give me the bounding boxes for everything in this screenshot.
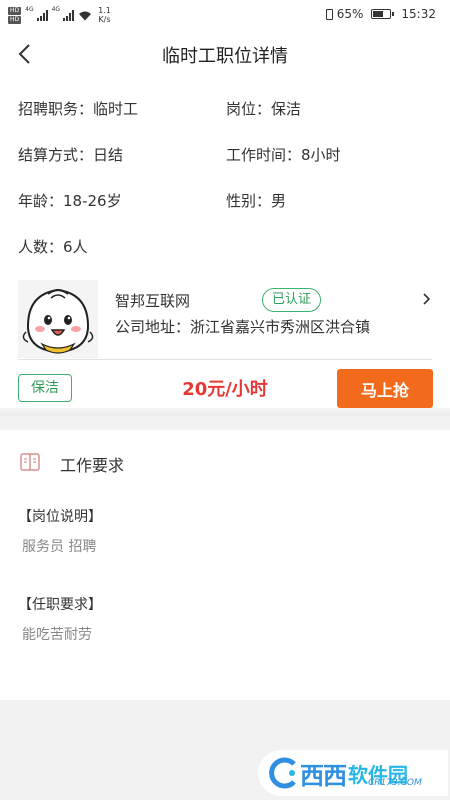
verified-badge: 已认证 bbox=[262, 288, 322, 312]
job-settlement: 结算方式：日结 bbox=[18, 146, 124, 164]
watermark-logo-icon bbox=[269, 757, 296, 789]
network-speed-unit: K/s bbox=[98, 15, 111, 24]
watermark-text: 西西 bbox=[300, 761, 347, 790]
company-logo bbox=[18, 280, 98, 358]
network-type-label: 4G bbox=[51, 6, 61, 13]
status-bar: HD HD 4G 4G 1.1 K/s 65% 15:32 bbox=[0, 0, 450, 30]
requirements-title: 工作要求 bbox=[60, 456, 125, 475]
job-gender: 性别：男 bbox=[226, 192, 287, 210]
wifi-icon bbox=[79, 11, 92, 20]
qualification-text: 能吃苦耐劳 bbox=[22, 627, 92, 643]
battery-fill bbox=[373, 11, 384, 17]
clock: 15:32 bbox=[401, 7, 436, 21]
section-divider bbox=[0, 408, 450, 416]
vibrate-icon bbox=[325, 8, 333, 20]
status-left: HD HD 4G 4G 1.1 K/s bbox=[8, 6, 111, 24]
page-title: 临时工职位详情 bbox=[162, 46, 288, 67]
bun-mascot-icon bbox=[22, 288, 94, 354]
network-speed: 1.1 K/s bbox=[98, 6, 111, 24]
header: 临时工职位详情 bbox=[0, 30, 450, 78]
chevron-right-icon bbox=[423, 293, 431, 305]
battery-percent: 65% bbox=[336, 7, 364, 21]
signal-icon bbox=[63, 9, 75, 21]
job-age: 年龄：18-26岁 bbox=[18, 192, 122, 210]
job-post: 岗位：保洁 bbox=[226, 100, 302, 118]
hd-badge: HD bbox=[8, 15, 22, 24]
job-headcount: 人数：6人 bbox=[18, 238, 88, 256]
status-right: 65% 15:32 bbox=[325, 7, 436, 21]
description-text: 服务员 招聘 bbox=[22, 539, 97, 555]
site-watermark: 西西 软件园 CR173.COM bbox=[258, 750, 448, 796]
apply-button[interactable]: 马上抢 bbox=[337, 369, 433, 408]
company-name: 智邦互联网 bbox=[115, 292, 191, 310]
battery-icon bbox=[371, 9, 395, 19]
company-card[interactable]: 智邦互联网 已认证 公司地址：浙江省嘉兴市秀洲区洪合镇 bbox=[18, 278, 432, 360]
requirements-section: 工作要求 【岗位说明】 服务员 招聘 【任职要求】 能吃苦耐劳 bbox=[0, 430, 450, 700]
watermark-domain: CR173.COM bbox=[368, 778, 422, 788]
job-hours: 工作时间：8小时 bbox=[226, 146, 341, 164]
signal-icon bbox=[36, 9, 48, 21]
hd-badge: HD bbox=[8, 6, 22, 15]
description-heading: 【岗位说明】 bbox=[18, 509, 102, 525]
company-address: 公司地址：浙江省嘉兴市秀洲区洪合镇 bbox=[115, 318, 371, 336]
qualification-heading: 【任职要求】 bbox=[18, 597, 102, 613]
hd-indicators: HD HD bbox=[8, 6, 22, 24]
job-info-section: 招聘职务：临时工 岗位：保洁 结算方式：日结 工作时间：8小时 年龄：18-26… bbox=[0, 78, 450, 416]
network-speed-value: 1.1 bbox=[98, 6, 111, 15]
network-type-label: 4G bbox=[25, 6, 34, 13]
book-icon bbox=[20, 453, 40, 471]
job-position: 招聘职务：临时工 bbox=[18, 100, 139, 118]
